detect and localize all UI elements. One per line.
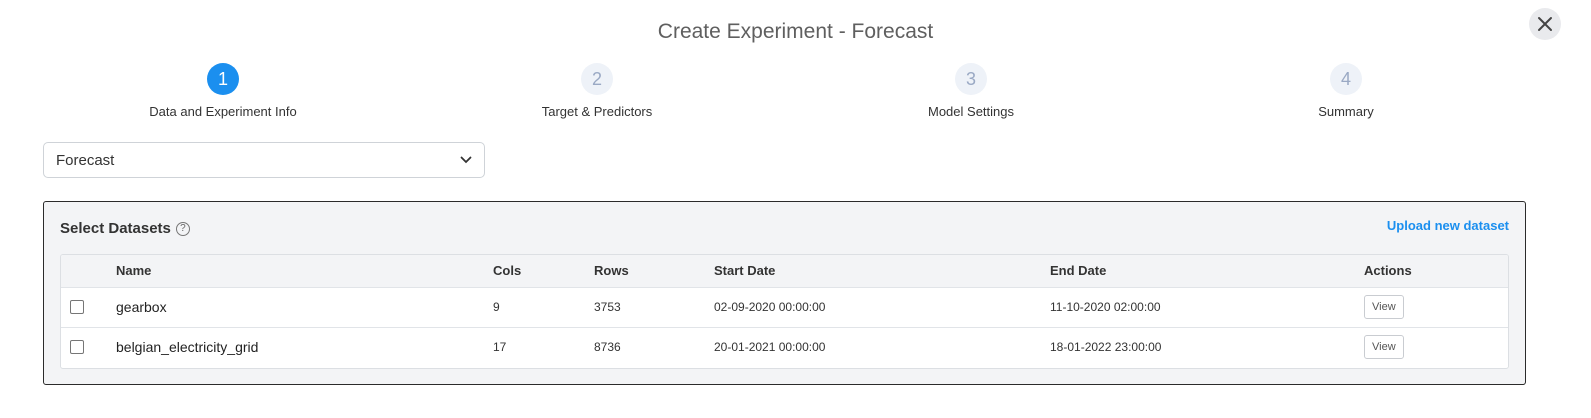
- help-circle-icon[interactable]: ?: [175, 221, 190, 236]
- dataset-name: gearbox: [116, 299, 167, 315]
- step-label: Summary: [1318, 104, 1374, 119]
- table-header-row: Name Cols Rows Start Date End Date Actio…: [61, 255, 1508, 287]
- column-header-cols: Cols: [493, 263, 522, 279]
- step-number: 3: [955, 63, 987, 95]
- experiment-type-select[interactable]: Forecast: [43, 142, 485, 178]
- dataset-rows: 3753: [594, 300, 621, 314]
- datasets-panel-title: Select Datasets ?: [60, 220, 190, 237]
- row-checkbox[interactable]: [70, 300, 84, 314]
- column-header-start-date: Start Date: [714, 263, 776, 279]
- step-1[interactable]: 1 Data and Experiment Info: [73, 63, 373, 119]
- view-button[interactable]: View: [1364, 295, 1404, 319]
- column-header-end-date: End Date: [1050, 263, 1107, 279]
- close-icon: [1538, 17, 1552, 31]
- upload-new-dataset-link[interactable]: Upload new dataset: [1387, 218, 1509, 233]
- step-label: Data and Experiment Info: [149, 104, 297, 119]
- datasets-panel: Select Datasets ? Upload new dataset Nam…: [43, 201, 1526, 385]
- step-4[interactable]: 4 Summary: [1196, 63, 1496, 119]
- dataset-start-date: 02-09-2020 00:00:00: [714, 300, 826, 314]
- dataset-cols: 17: [493, 340, 507, 355]
- step-2[interactable]: 2 Target & Predictors: [447, 63, 747, 119]
- column-header-select: [61, 255, 116, 287]
- step-label: Target & Predictors: [541, 104, 653, 119]
- dataset-name: belgian_electricity_grid: [116, 339, 259, 356]
- dataset-rows: 8736: [594, 340, 621, 355]
- table-row: belgian_electricity_grid 17 8736 20-01-2…: [61, 327, 1508, 367]
- column-header-actions: Actions: [1364, 263, 1412, 279]
- datasets-title-text: Select Datasets: [60, 220, 171, 237]
- step-number: 4: [1330, 63, 1362, 95]
- close-button[interactable]: [1529, 8, 1561, 40]
- step-label: Model Settings: [928, 104, 1014, 119]
- modal-title: Create Experiment - Forecast: [657, 20, 934, 43]
- experiment-type-value: Forecast: [56, 151, 115, 169]
- dataset-cols: 9: [493, 300, 500, 314]
- row-checkbox[interactable]: [70, 340, 84, 355]
- step-number: 1: [207, 63, 239, 95]
- dataset-end-date: 11-10-2020 02:00:00: [1050, 300, 1161, 314]
- dataset-start-date: 20-01-2021 00:00:00: [714, 340, 826, 355]
- column-header-name: Name: [116, 263, 152, 279]
- view-button[interactable]: View: [1364, 335, 1404, 360]
- table-row: gearbox 9 3753 02-09-2020 00:00:00 11-10…: [61, 287, 1508, 327]
- dataset-end-date: 18-01-2022 23:00:00: [1050, 340, 1162, 355]
- column-header-rows: Rows: [594, 263, 629, 279]
- step-number: 2: [581, 63, 613, 95]
- chevron-down-icon: [460, 156, 472, 164]
- stepper: 1 Data and Experiment Info 2 Target & Pr…: [0, 63, 1591, 123]
- step-3[interactable]: 3 Model Settings: [821, 63, 1121, 119]
- datasets-table: Name Cols Rows Start Date End Date Actio…: [60, 254, 1509, 369]
